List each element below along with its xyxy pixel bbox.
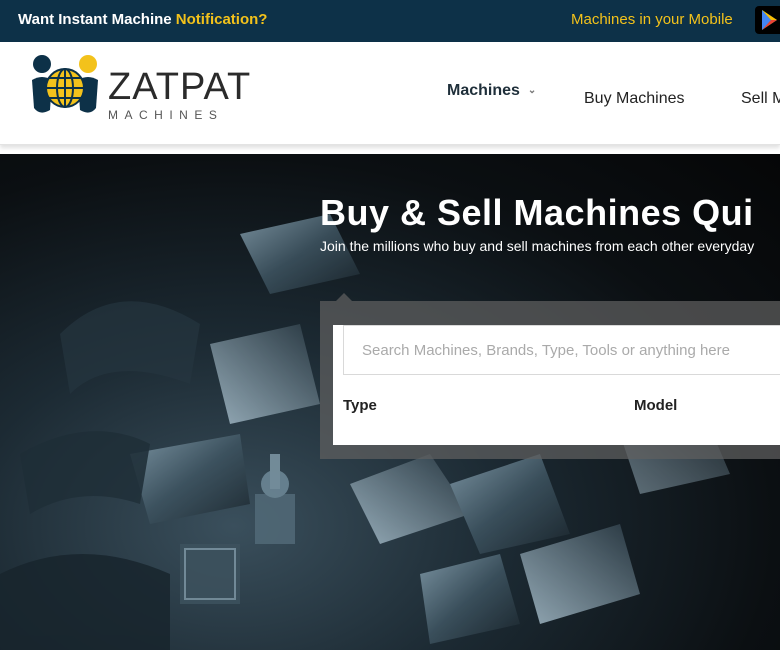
google-play-icon[interactable] — [755, 6, 780, 34]
nav-buy-machines[interactable]: Buy Machines — [584, 90, 685, 108]
hero-title: Buy & Sell Machines Qui — [320, 192, 754, 233]
chevron-down-icon: ⌄ — [527, 85, 537, 96]
notification-link[interactable]: Notification? — [176, 11, 268, 28]
globe-people-icon[interactable] — [28, 50, 102, 124]
panel-notch — [336, 293, 352, 301]
nav-machines-label: Machines — [447, 82, 520, 99]
search-input[interactable] — [343, 325, 780, 375]
logo-subtitle: MACHINES — [108, 108, 224, 122]
nav-sell-machines[interactable]: Sell M — [741, 90, 780, 108]
nav-machines[interactable]: Machines ⌄ — [447, 82, 536, 100]
logo-wordmark[interactable]: ZATPAT — [108, 68, 251, 106]
model-filter-label[interactable]: Model — [634, 397, 677, 414]
hero-section: Buy & Sell Machines Qui Join the million… — [0, 154, 780, 650]
notification-prompt[interactable]: Want Instant Machine Notification? — [18, 11, 267, 28]
search-card: Type Model — [333, 325, 780, 445]
notification-bar: Want Instant Machine Notification? Machi… — [0, 0, 780, 42]
site-header: ZATPAT MACHINES Machines ⌄ Buy Machines S… — [0, 42, 780, 145]
notification-prompt-text: Want Instant Machine — [18, 11, 176, 28]
type-filter-label[interactable]: Type — [343, 397, 377, 414]
hero-subtitle: Join the millions who buy and sell machi… — [320, 238, 755, 254]
search-panel: Type Model — [320, 293, 780, 459]
mobile-app-text[interactable]: Machines in your Mobile — [571, 11, 733, 28]
